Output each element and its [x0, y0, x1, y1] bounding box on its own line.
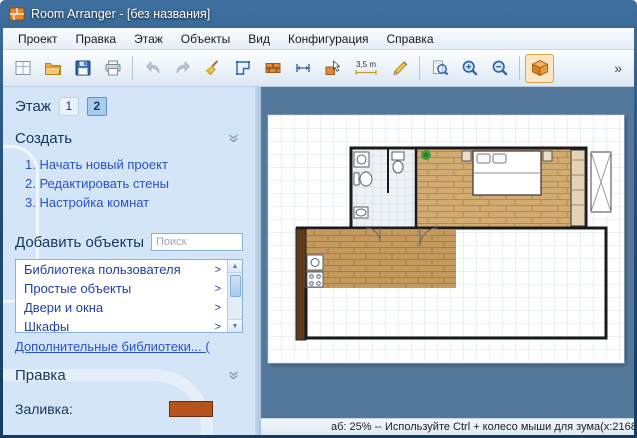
floor-tab-2[interactable]: 2 [87, 97, 107, 116]
floor-tab-1[interactable]: 1 [59, 97, 79, 116]
link-room-settings[interactable]: 3. Настройка комнат [25, 193, 243, 212]
measure-label: 3,5 m [356, 60, 376, 69]
floor-selector: Этаж 1 2 [15, 95, 243, 117]
brick-wall-icon [263, 58, 283, 78]
undo-icon [143, 58, 163, 78]
open-button[interactable] [38, 54, 67, 83]
menu-objects[interactable]: Объекты [172, 29, 240, 49]
menu-bar: Проект Правка Этаж Объекты Вид Конфигура… [3, 28, 634, 50]
toolbar-overflow-chevron[interactable]: » [607, 58, 629, 78]
canvas-column: аб: 25% -- Используйте Ctrl + колесо мыш… [261, 87, 634, 435]
open-folder-icon [43, 58, 63, 78]
add-objects-title: Добавить объекты [15, 234, 144, 251]
menu-project[interactable]: Проект [9, 29, 67, 49]
toolbar-separator [519, 56, 520, 80]
undo-button[interactable] [138, 54, 167, 83]
object-cursor-icon [323, 58, 343, 78]
chevron-right-icon: > [215, 283, 221, 295]
cursor-coordinates: (x:2168 y:1824cm) [600, 421, 634, 433]
save-button[interactable] [68, 54, 97, 83]
category-simple-objects[interactable]: Простые объекты > [16, 279, 227, 298]
zoom-out-icon [490, 58, 510, 78]
chevron-right-icon: > [215, 302, 221, 314]
title-bar[interactable]: Room Arranger - [без названия] [0, 0, 637, 28]
view-3d-button[interactable] [525, 54, 554, 83]
toolbar-separator [132, 56, 133, 80]
content-area: Этаж 1 2 Создать 1. Начать новый проект … [3, 87, 634, 435]
object-category-list: Библиотека пользователя > Простые объект… [15, 259, 243, 333]
category-user-library[interactable]: Библиотека пользователя > [16, 260, 227, 279]
pencil-icon [390, 58, 410, 78]
app-window: Room Arranger - [без названия] Проект Пр… [0, 0, 637, 438]
room-outline-icon [233, 58, 253, 78]
create-section-title: Создать [15, 130, 72, 147]
link-edit-walls[interactable]: 2. Редактировать стены [25, 174, 243, 193]
print-button[interactable] [98, 54, 127, 83]
floor-plan-sheet[interactable] [268, 115, 624, 363]
dimensions-icon [293, 58, 313, 78]
walls-button[interactable] [258, 54, 287, 83]
floor-label: Этаж [15, 98, 51, 115]
zoom-in-icon [460, 58, 480, 78]
new-plan-icon [13, 58, 33, 78]
insert-object-button[interactable] [318, 54, 347, 83]
canvas-area[interactable] [261, 87, 634, 418]
menu-view[interactable]: Вид [239, 29, 279, 49]
collapse-chevron-icon[interactable] [228, 131, 239, 146]
create-section-header: Создать [15, 130, 243, 147]
toolbar-separator [419, 56, 420, 80]
link-new-project[interactable]: 1. Начать новый проект [25, 155, 243, 174]
app-icon [9, 6, 25, 22]
toolbar: 3,5 m » [3, 50, 634, 87]
menu-floor[interactable]: Этаж [125, 29, 172, 49]
measure-tape-icon [355, 69, 377, 76]
zoom-fit-button[interactable] [425, 54, 454, 83]
fill-swatch[interactable] [169, 401, 213, 417]
zoom-in-button[interactable] [455, 54, 484, 83]
sidebar: Этаж 1 2 Создать 1. Начать новый проект … [3, 87, 255, 435]
fill-label: Заливка: [15, 401, 73, 417]
window-body: Проект Правка Этаж Объекты Вид Конфигура… [3, 28, 634, 435]
menu-configuration[interactable]: Конфигурация [279, 29, 378, 49]
category-doors-windows[interactable]: Двери и окна > [16, 298, 227, 317]
menu-edit[interactable]: Правка [67, 29, 126, 49]
dimensions-button[interactable] [288, 54, 317, 83]
zoom-out-button[interactable] [485, 54, 514, 83]
window-title: Room Arranger - [без названия] [31, 7, 210, 21]
redo-button[interactable] [168, 54, 197, 83]
floor-plan [268, 115, 624, 363]
search-input[interactable] [151, 233, 243, 251]
edit-section-header: Правка [15, 367, 243, 384]
list-scrollbar[interactable]: ▲ ▼ [227, 260, 242, 332]
pencil-button[interactable] [385, 54, 414, 83]
scrollbar-thumb[interactable] [230, 275, 241, 297]
create-links: 1. Начать новый проект 2. Редактировать … [15, 155, 243, 212]
cube-3d-icon [530, 58, 550, 78]
status-message: аб: 25% -- Используйте Ctrl + колесо мыш… [331, 421, 600, 433]
chevron-right-icon: > [215, 264, 221, 276]
edit-section-title: Правка [15, 367, 66, 384]
measure-button[interactable]: 3,5 m [348, 54, 384, 83]
edit-rooms-button[interactable] [228, 54, 257, 83]
print-icon [103, 58, 123, 78]
save-icon [73, 58, 93, 78]
broom-icon [203, 58, 223, 78]
more-libraries-link[interactable]: Дополнительные библиотеки... ( [15, 339, 243, 354]
add-objects-header: Добавить объекты [15, 233, 243, 251]
scroll-up-icon[interactable]: ▲ [228, 260, 242, 273]
redo-icon [173, 58, 193, 78]
chevron-right-icon: > [215, 321, 221, 333]
zoom-page-icon [430, 58, 450, 78]
menu-help[interactable]: Справка [378, 29, 443, 49]
fill-row: Заливка: [15, 401, 243, 417]
scroll-down-icon[interactable]: ▼ [228, 319, 242, 332]
status-bar: аб: 25% -- Используйте Ctrl + колесо мыш… [261, 418, 634, 435]
sweep-button[interactable] [198, 54, 227, 83]
new-project-button[interactable] [8, 54, 37, 83]
collapse-chevron-icon[interactable] [228, 368, 239, 383]
category-cabinets[interactable]: Шкафы > [16, 317, 227, 332]
